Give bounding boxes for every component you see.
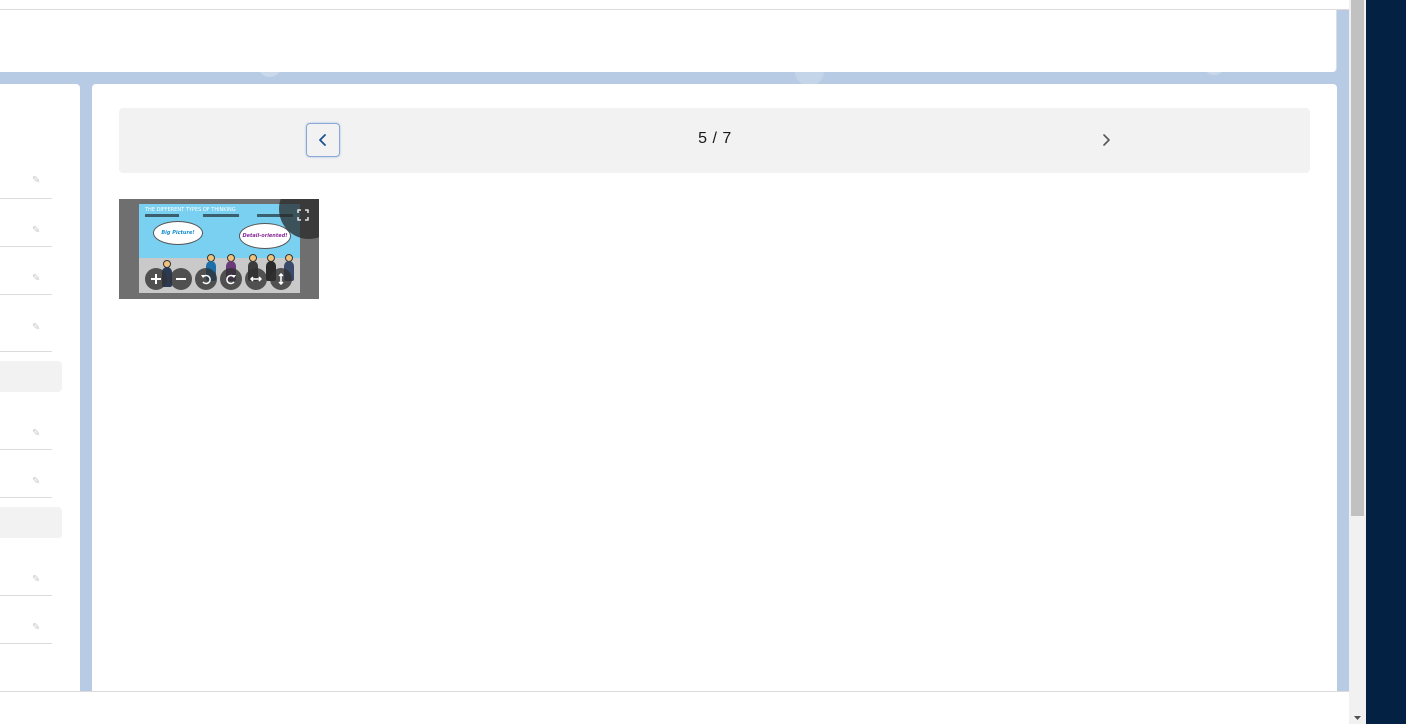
slide-bar xyxy=(145,214,179,217)
field-divider xyxy=(0,351,52,352)
page-navigator: 5 / 7 xyxy=(119,108,1310,173)
edit-pencil-icon[interactable]: ✎ xyxy=(32,429,46,439)
slide-title: THE DIFFERENT TYPES OF THINKING xyxy=(145,207,236,213)
zoom-out-icon xyxy=(176,278,186,280)
rotate-left-button[interactable] xyxy=(195,268,217,290)
rotate-left-icon xyxy=(201,274,211,285)
field-divider xyxy=(0,198,52,199)
fullscreen-icon[interactable] xyxy=(297,209,309,221)
field-divider xyxy=(0,497,52,498)
section-header[interactable] xyxy=(0,507,62,538)
image-toolbar xyxy=(145,268,292,290)
field-divider xyxy=(0,595,52,596)
bottom-bar xyxy=(0,691,1349,724)
file-preview-card: 5 / 7 THE DIFFERENT TYPES OF THINKING Bi… xyxy=(92,84,1337,691)
edit-pencil-icon[interactable]: ✎ xyxy=(32,274,46,284)
scrollbar-thumb[interactable] xyxy=(1351,0,1364,516)
edit-pencil-icon[interactable]: ✎ xyxy=(32,623,46,633)
chevron-right-icon xyxy=(1103,134,1110,146)
field-divider xyxy=(0,643,52,644)
flip-horizontal-icon xyxy=(250,276,262,282)
flip-vertical-button[interactable] xyxy=(270,268,292,290)
edit-pencil-icon[interactable]: ✎ xyxy=(32,323,46,333)
rotate-right-button[interactable] xyxy=(220,268,242,290)
field-divider xyxy=(0,449,52,450)
page-counter: 5 / 7 xyxy=(698,130,732,147)
previous-page-button[interactable] xyxy=(306,123,340,157)
edit-pencil-icon[interactable]: ✎ xyxy=(32,575,46,585)
scroll-down-arrow-icon[interactable] xyxy=(1353,714,1362,722)
flip-horizontal-button[interactable] xyxy=(245,268,267,290)
thought-bubble-left: Big Picture! xyxy=(153,221,203,245)
top-strip xyxy=(0,0,1349,10)
zoom-out-button[interactable] xyxy=(170,268,192,290)
field-divider xyxy=(0,246,52,247)
section-header[interactable] xyxy=(0,361,62,392)
zoom-in-icon xyxy=(151,274,161,284)
edit-pencil-icon[interactable]: ✎ xyxy=(32,226,46,236)
vertical-scrollbar[interactable] xyxy=(1349,0,1366,724)
next-page-button[interactable] xyxy=(1089,123,1123,157)
record-header-card xyxy=(0,10,1337,72)
edit-pencil-icon[interactable]: ✎ xyxy=(32,477,46,487)
rotate-right-icon xyxy=(226,274,236,285)
zoom-in-button[interactable] xyxy=(145,268,167,290)
slide-bar xyxy=(203,214,239,217)
thought-bubble-right: Detail-oriented! xyxy=(239,223,291,249)
flip-vertical-icon xyxy=(278,273,284,285)
details-panel: ✎ ✎ ✎ ✎ ✎ ✎ ✎ ✎ xyxy=(0,84,80,691)
edit-pencil-icon[interactable]: ✎ xyxy=(32,176,46,186)
chevron-left-icon xyxy=(319,134,326,146)
slide-thumbnail[interactable]: THE DIFFERENT TYPES OF THINKING Big Pict… xyxy=(119,199,319,299)
field-divider xyxy=(0,294,52,295)
utility-sidebar xyxy=(1366,0,1406,724)
